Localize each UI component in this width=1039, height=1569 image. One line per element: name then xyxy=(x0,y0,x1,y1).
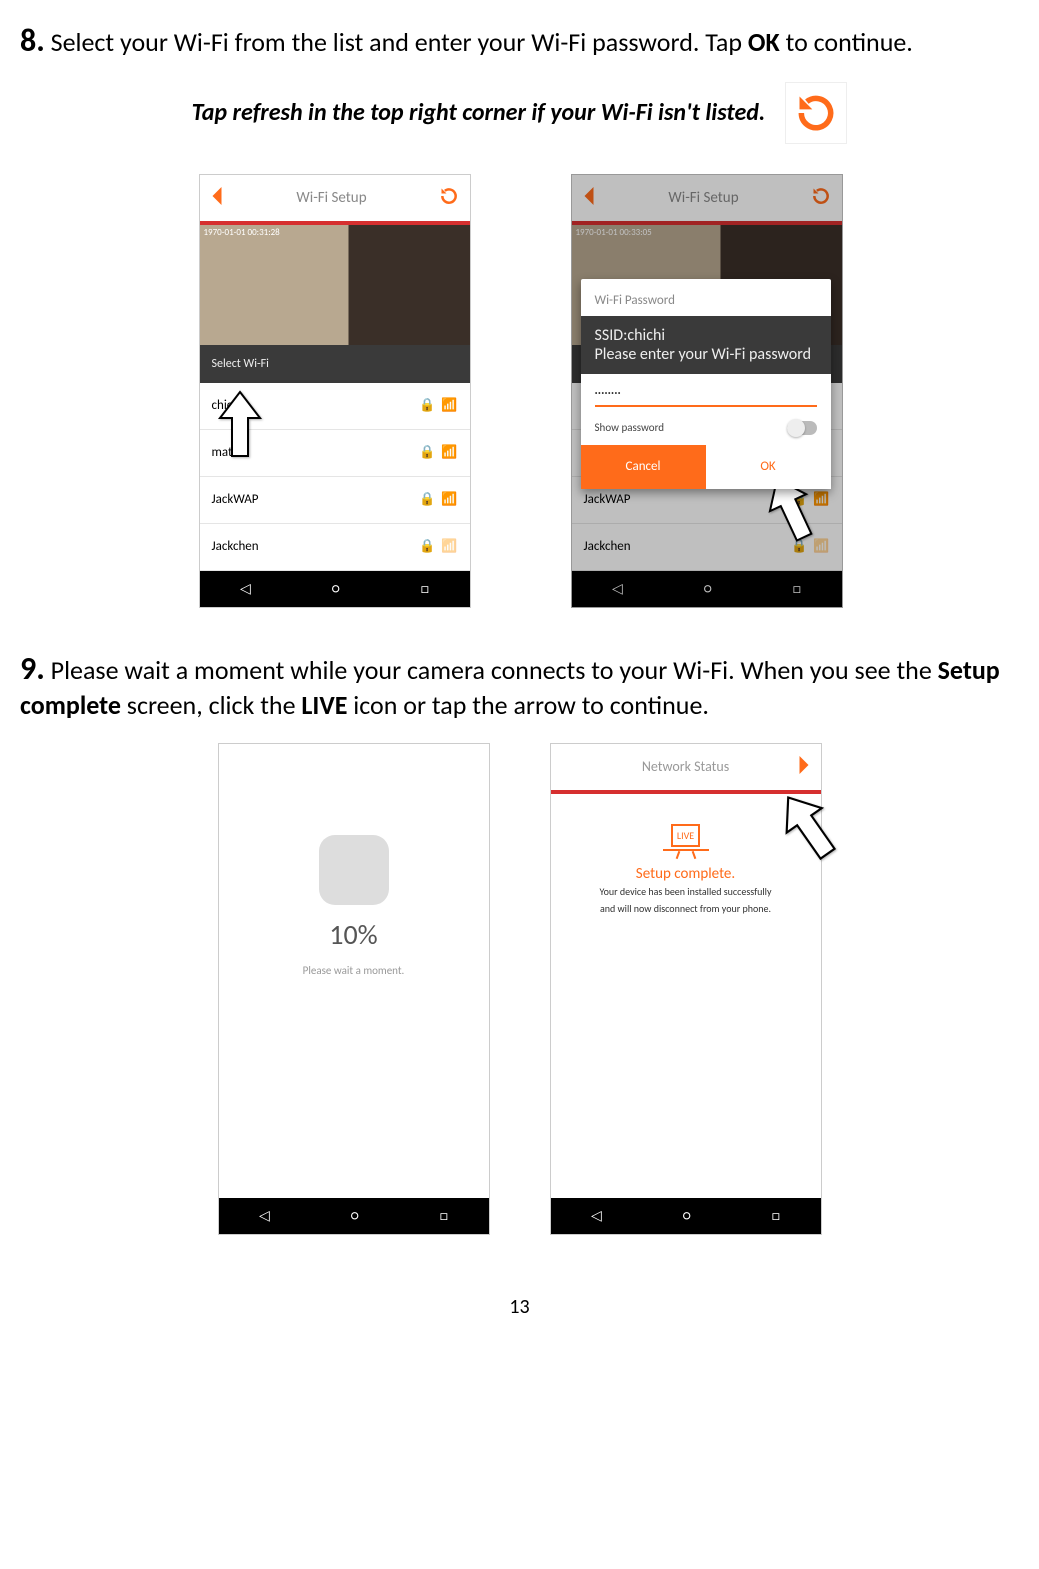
show-password-row: Show password xyxy=(581,415,831,445)
step8-txt-a: Select your Wi-Fi from the list and ente… xyxy=(45,26,748,58)
wait-text: Please wait a moment. xyxy=(303,964,405,977)
nav-back-icon[interactable]: ◁ xyxy=(591,1207,602,1224)
wifi-status-icons: 🔒 📶 xyxy=(419,539,457,554)
back-icon[interactable] xyxy=(210,187,224,209)
refresh-icon[interactable] xyxy=(811,186,831,210)
next-arrow-icon[interactable] xyxy=(797,756,811,778)
camera-preview-left: 1970-01-01 00:31:28 xyxy=(200,225,470,345)
wifi-item-jackwap[interactable]: JackWAP 🔒 📶 xyxy=(200,477,470,524)
loading-icon xyxy=(319,835,389,905)
wifi-item-chichi[interactable]: chichi 🔒 📶 xyxy=(200,383,470,430)
android-nav-bar: ◁ ○ □ xyxy=(200,571,470,607)
android-nav-bar: ◁ ○ □ xyxy=(572,571,842,607)
dialog-ssid: SSID:chichi xyxy=(595,326,817,345)
step9-screenshots: 10% Please wait a moment. ◁ ○ □ Network … xyxy=(20,743,1019,1235)
nav-back-icon[interactable]: ◁ xyxy=(240,580,251,597)
nav-recent-icon[interactable]: □ xyxy=(772,1207,780,1224)
wifi-status-icons: 🔒 📶 xyxy=(419,445,457,460)
live-icon[interactable]: LIVE xyxy=(663,824,709,857)
phone-wifi-list: Wi-Fi Setup 1970-01-01 00:31:28 Select W… xyxy=(199,174,471,608)
step-9-number: 9. xyxy=(20,649,45,688)
step-9: 9. Please wait a moment while your camer… xyxy=(20,648,1019,1235)
lock-icon: 🔒 xyxy=(419,398,435,413)
select-wifi-label: Select Wi-Fi xyxy=(200,345,470,383)
wifi-name: JackWAP xyxy=(212,492,259,507)
header-title-right: Wi-Fi Setup xyxy=(668,189,738,207)
lock-icon: 🔒 xyxy=(419,445,435,460)
refresh-icon[interactable] xyxy=(439,186,459,210)
progress-percent: 10% xyxy=(329,917,377,952)
nav-recent-icon[interactable]: □ xyxy=(440,1207,448,1224)
refresh-hint-text: Tap refresh in the top right corner if y… xyxy=(192,97,766,128)
step8-bold-ok: OK xyxy=(748,26,780,58)
phone-connecting: 10% Please wait a moment. ◁ ○ □ xyxy=(218,743,490,1235)
wifi-item-matt[interactable]: matt 🔒 📶 xyxy=(200,430,470,477)
step8-txt-b: to continue. xyxy=(780,26,913,58)
nav-home-icon[interactable]: ○ xyxy=(332,580,340,597)
wifi-icon: 📶 xyxy=(441,398,457,413)
dialog-ssid-block: SSID:chichi Please enter your Wi-Fi pass… xyxy=(581,316,831,374)
page-number: 13 xyxy=(20,1295,1019,1319)
dialog-actions: Cancel OK xyxy=(581,445,831,489)
lock-icon: 🔒 xyxy=(419,492,435,507)
wifi-icon: 📶 xyxy=(441,539,457,554)
preview-timestamp: 1970-01-01 00:31:28 xyxy=(204,227,280,238)
network-status-header: Network Status xyxy=(551,744,821,794)
step8-screenshots: Wi-Fi Setup 1970-01-01 00:31:28 Select W… xyxy=(20,174,1019,608)
header-title-left: Wi-Fi Setup xyxy=(296,189,366,207)
connecting-content: 10% Please wait a moment. xyxy=(219,744,489,1068)
app-header-left: Wi-Fi Setup xyxy=(200,175,470,225)
cancel-button[interactable]: Cancel xyxy=(581,445,706,489)
android-nav-bar: ◁ ○ □ xyxy=(219,1198,489,1234)
password-input[interactable]: ········ xyxy=(595,382,817,407)
show-password-label: Show password xyxy=(595,421,665,434)
wifi-name: Jackchen xyxy=(212,539,259,554)
wifi-status-icons: 🔒 📶 xyxy=(419,398,457,413)
step-8-number: 8. xyxy=(20,21,45,60)
wifi-item-jackchen[interactable]: Jackchen 🔒 📶 xyxy=(200,524,470,571)
show-password-toggle[interactable] xyxy=(787,421,817,435)
wifi-name: matt xyxy=(212,445,237,460)
app-header-right: Wi-Fi Setup xyxy=(572,175,842,225)
nav-home-icon[interactable]: ○ xyxy=(683,1207,691,1224)
back-icon[interactable] xyxy=(582,187,596,209)
wifi-icon: 📶 xyxy=(441,492,457,507)
refresh-hint-row: Tap refresh in the top right corner if y… xyxy=(20,82,1019,144)
nav-back-icon[interactable]: ◁ xyxy=(259,1207,270,1224)
setup-sub-2: and will now disconnect from your phone. xyxy=(551,900,821,917)
android-nav-bar: ◁ ○ □ xyxy=(551,1198,821,1234)
wifi-icon: 📶 xyxy=(441,445,457,460)
nav-home-icon[interactable]: ○ xyxy=(704,580,712,597)
lock-icon: 🔒 xyxy=(419,539,435,554)
wifi-item[interactable]: Jackchen🔒📶 xyxy=(572,524,842,571)
nav-back-icon[interactable]: ◁ xyxy=(612,580,623,597)
wifi-name: chichi xyxy=(212,398,243,413)
wifi-password-dialog: Wi-Fi Password SSID:chichi Please enter … xyxy=(581,279,831,489)
phone-wifi-password: Wi-Fi Setup 1970-01-01 00:33:05 c🔒📶 m🔒📶 … xyxy=(571,174,841,608)
refresh-icon-large xyxy=(785,82,847,144)
nav-recent-icon[interactable]: □ xyxy=(793,580,801,597)
ok-button[interactable]: OK xyxy=(706,445,831,489)
phone-setup-complete: Network Status LIVE Setup complete. Your… xyxy=(550,743,822,1235)
dialog-prompt: Please enter your Wi-Fi password xyxy=(595,345,817,364)
nav-recent-icon[interactable]: □ xyxy=(421,580,429,597)
step-8: 8. Select your Wi-Fi from the list and e… xyxy=(20,20,1019,608)
network-status-title: Network Status xyxy=(642,758,729,775)
refresh-icon xyxy=(794,91,838,135)
live-section: LIVE Setup complete. Your device has bee… xyxy=(551,794,821,917)
step-9-text: 9. Please wait a moment while your camer… xyxy=(20,648,1019,723)
setup-complete-text: Setup complete. xyxy=(551,865,821,883)
preview-timestamp-right: 1970-01-01 00:33:05 xyxy=(576,227,652,238)
wifi-status-icons: 🔒 📶 xyxy=(419,492,457,507)
dialog-title: Wi-Fi Password xyxy=(581,279,831,316)
tv-stand-icon xyxy=(663,849,709,857)
step-8-text: 8. Select your Wi-Fi from the list and e… xyxy=(20,20,1019,62)
live-label: LIVE xyxy=(671,824,700,847)
setup-sub-1: Your device has been installed successfu… xyxy=(551,883,821,900)
nav-home-icon[interactable]: ○ xyxy=(351,1207,359,1224)
